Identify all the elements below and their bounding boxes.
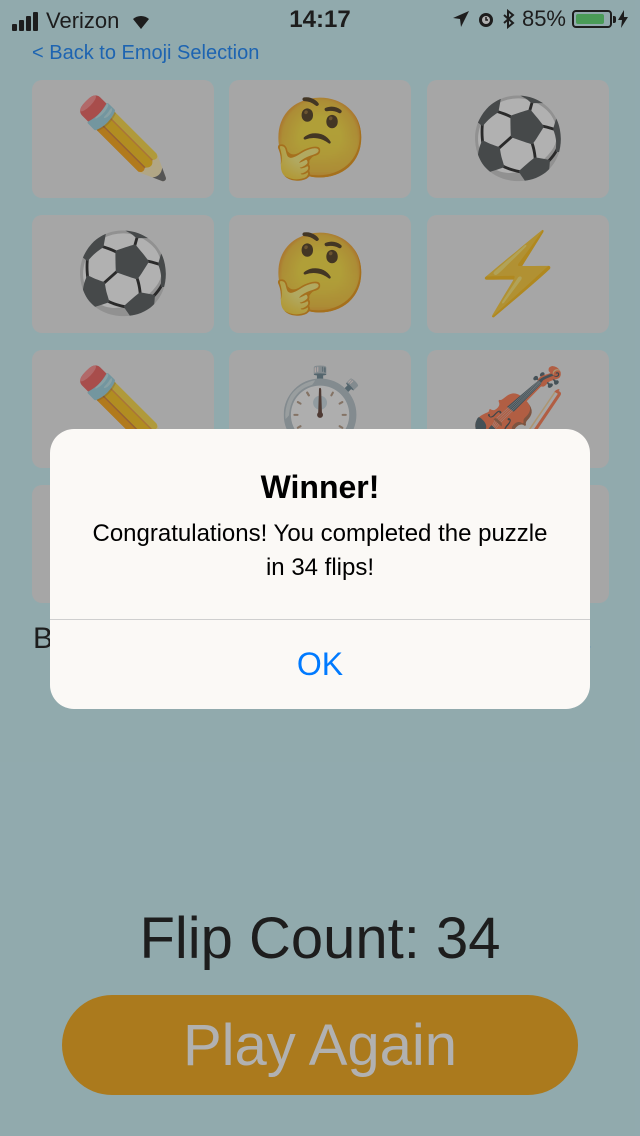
alert-message: Congratulations! You completed the puzzl… (92, 520, 548, 581)
alert-ok-button[interactable]: OK (50, 620, 590, 709)
winner-alert-dialog: Winner! Congratulations! You completed t… (50, 429, 590, 709)
alert-title: Winner! (260, 469, 380, 505)
